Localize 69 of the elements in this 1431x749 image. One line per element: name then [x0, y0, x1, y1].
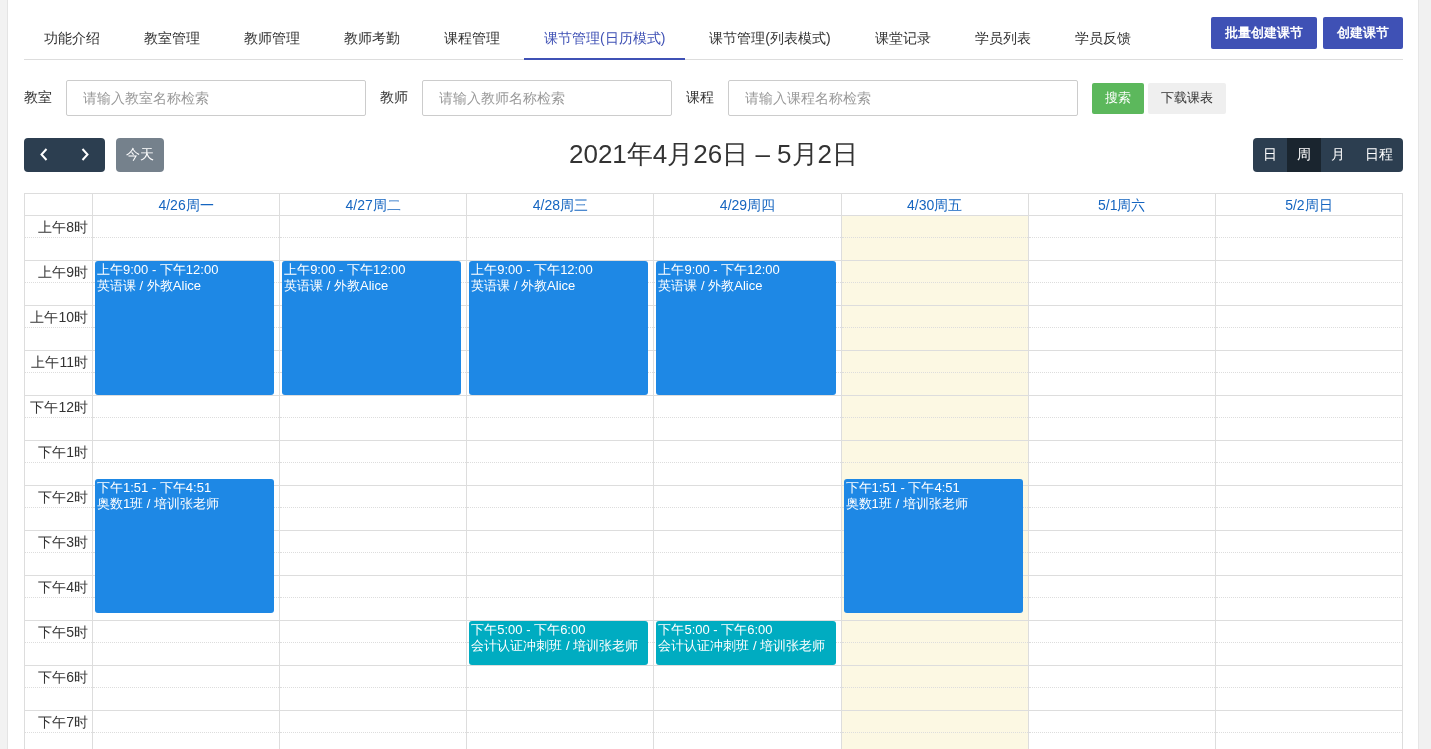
- event-time: 上午9:00 - 下午12:00: [658, 262, 780, 278]
- search-field[interactable]: 请输入教师名称检索: [422, 80, 672, 116]
- event-title: 英语课 / 外教Alice: [284, 278, 389, 294]
- event-title: 会计认证冲刺班 / 培训张老师: [658, 638, 826, 654]
- event-time: 上午9:00 - 下午12:00: [284, 262, 406, 278]
- event-title: 奥数1班 / 培训张老师: [97, 496, 220, 513]
- nav-tab[interactable]: 教师管理: [224, 17, 320, 60]
- time-label: 下午5时: [38, 624, 88, 640]
- next-button[interactable]: [64, 137, 105, 172]
- nav-tab[interactable]: 教师考勤: [324, 17, 420, 60]
- chevron-left-icon: [40, 148, 49, 161]
- view-tab[interactable]: 周: [1287, 137, 1321, 172]
- event-card[interactable]: 上午9:00 - 下午12:00 英语课 / 外教Alice: [656, 261, 836, 395]
- day-header: 5/1周六: [1098, 197, 1146, 213]
- time-label: 上午11时: [31, 354, 88, 370]
- event-title: 奥数1班 / 培训张老师: [845, 496, 968, 513]
- event-time: 下午1:51 - 下午4:51: [845, 480, 960, 497]
- day-header: 4/29周四: [719, 197, 776, 213]
- prev-button[interactable]: [24, 137, 65, 172]
- day-header: 4/28周三: [532, 197, 588, 213]
- event-title: 会计认证冲刺班 / 培训张老师: [471, 638, 639, 654]
- time-label: 下午12时: [30, 399, 88, 415]
- day-header: 4/27周二: [345, 197, 401, 213]
- time-label: 下午3时: [38, 534, 88, 550]
- field-label: 教师: [380, 89, 408, 107]
- time-label: 下午1时: [38, 444, 88, 460]
- batch-create-button[interactable]: 批量创建课节: [1211, 17, 1317, 49]
- search-field[interactable]: 请输入教室名称检索: [66, 80, 366, 116]
- time-label: 下午7时: [38, 714, 88, 730]
- nav-tab[interactable]: 课节管理(列表模式): [689, 17, 851, 60]
- event-time: 下午1:51 - 下午4:51: [97, 480, 212, 497]
- event-title: 英语课 / 外教Alice: [658, 278, 763, 294]
- nav-tab[interactable]: 课堂记录: [854, 17, 951, 60]
- event-time: 下午5:00 - 下午6:00: [471, 622, 586, 638]
- event-title: 英语课 / 外教Alice: [471, 278, 576, 294]
- event-card[interactable]: 下午1:51 - 下午4:51 奥数1班 / 培训张老师: [843, 479, 1023, 614]
- nav-tab[interactable]: 课程管理: [424, 17, 520, 60]
- nav-tab[interactable]: 学员列表: [954, 17, 1051, 60]
- time-label: 下午4时: [38, 579, 88, 595]
- time-label: 上午9时: [38, 264, 88, 280]
- field-label: 课程: [686, 89, 714, 107]
- calendar-title: 2021年4月26日 – 5月2日: [568, 138, 858, 171]
- event-time: 下午5:00 - 下午6:00: [658, 622, 773, 638]
- time-label: 下午6时: [38, 669, 88, 685]
- event-time: 上午9:00 - 下午12:00: [97, 262, 219, 278]
- event-card[interactable]: 上午9:00 - 下午12:00 英语课 / 外教Alice: [282, 261, 462, 395]
- nav-tab[interactable]: 功能介绍: [24, 17, 120, 60]
- time-label: 上午8时: [38, 219, 88, 235]
- event-card[interactable]: 下午1:51 - 下午4:51 奥数1班 / 培训张老师: [95, 479, 275, 614]
- nav-tab[interactable]: 课节管理(日历模式): [524, 17, 686, 60]
- nav-tab[interactable]: 教室管理: [124, 17, 220, 60]
- time-label: 上午10时: [30, 309, 88, 325]
- search-field[interactable]: 请输入课程名称检索: [728, 80, 1078, 116]
- field-label: 教室: [24, 89, 52, 107]
- event-card[interactable]: 上午9:00 - 下午12:00 英语课 / 外教Alice: [469, 261, 649, 395]
- day-header: 4/26周一: [158, 197, 214, 213]
- event-title: 英语课 / 外教Alice: [97, 278, 201, 294]
- view-tab[interactable]: 日程: [1355, 137, 1403, 172]
- event-time: 上午9:00 - 下午12:00: [471, 262, 593, 278]
- download-button[interactable]: 下载课表: [1148, 82, 1226, 114]
- view-tab[interactable]: 月: [1321, 137, 1355, 172]
- nav-tab[interactable]: 学员反馈: [1054, 17, 1151, 60]
- day-header: 4/30周五: [907, 197, 963, 213]
- view-tab[interactable]: 日: [1253, 137, 1287, 172]
- chevron-right-icon: [80, 148, 89, 161]
- time-label: 下午2时: [38, 489, 88, 505]
- create-button[interactable]: 创建课节: [1323, 17, 1403, 49]
- day-header: 5/2周日: [1285, 197, 1333, 213]
- event-card[interactable]: 上午9:00 - 下午12:00 英语课 / 外教Alice: [95, 261, 275, 395]
